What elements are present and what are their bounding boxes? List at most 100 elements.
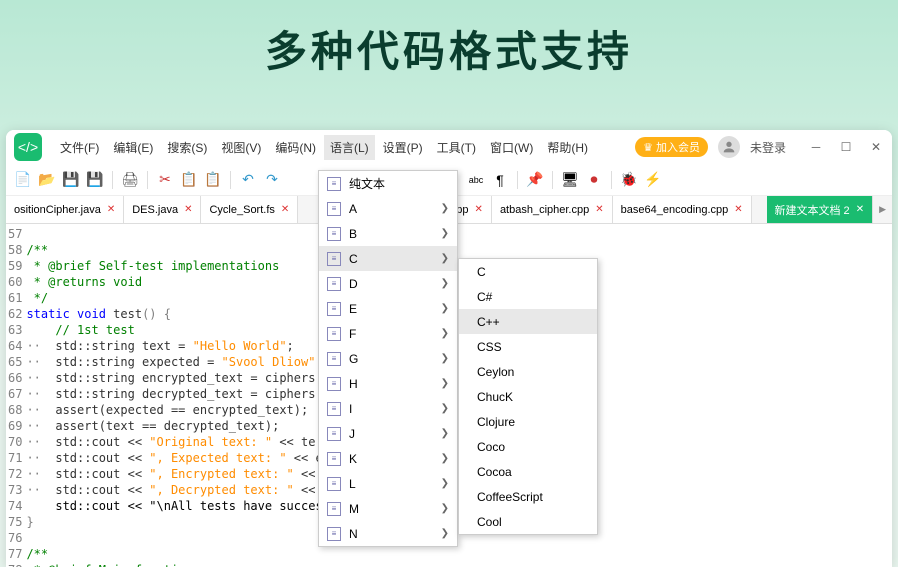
file-tab[interactable]: Cycle_Sort.fs✕ — [201, 196, 298, 223]
abc-icon[interactable]: abc — [467, 171, 485, 189]
code-line[interactable]: std::cout << "\nAll tests have succes — [26, 498, 322, 514]
tab-close-icon[interactable]: ✕ — [734, 204, 742, 215]
maximize-button[interactable]: ☐ — [838, 139, 854, 155]
file-tab[interactable]: DES.java✕ — [124, 196, 201, 223]
wrap-icon[interactable]: ¶ — [491, 171, 509, 189]
tab-scroll-right-icon[interactable]: ▶ — [873, 204, 892, 215]
file-tab[interactable]: 新建文本文档 2✕ — [767, 196, 874, 223]
lang-plaintext-item[interactable]: ≡纯文本 — [319, 171, 457, 196]
lang-sub-item[interactable]: Ceylon — [459, 359, 597, 384]
menu-item[interactable]: 视图(V) — [215, 135, 267, 160]
code-line[interactable]: ·· std::cout << "Original text: " << te — [26, 434, 322, 450]
lang-sub-item[interactable]: ChucK — [459, 384, 597, 409]
user-avatar-icon[interactable] — [718, 136, 740, 158]
vip-button[interactable]: ♛ 加入会员 — [635, 137, 708, 157]
code-line[interactable]: ·· std::string decrypted_text = ciphers — [26, 386, 322, 402]
monitor-icon[interactable]: 🖥 — [561, 171, 579, 189]
code-line[interactable]: * @brief Main function — [26, 562, 322, 567]
lang-letter-item[interactable]: ≡J❯ — [319, 421, 457, 446]
lang-sub-item[interactable]: Cool — [459, 509, 597, 534]
menu-item[interactable]: 编辑(E) — [107, 135, 159, 160]
lang-letter-item[interactable]: ≡K❯ — [319, 446, 457, 471]
lang-letter-item[interactable]: ≡G❯ — [319, 346, 457, 371]
lang-letter-item[interactable]: ≡H❯ — [319, 371, 457, 396]
menu-item[interactable]: 帮助(H) — [541, 135, 594, 160]
code-line[interactable]: ·· std::cout << ", Decrypted text: " << — [26, 482, 322, 498]
code-content[interactable]: /** * @brief Self-test implementations *… — [26, 224, 322, 567]
line-number: 60 — [8, 274, 22, 290]
lang-letter-item[interactable]: ≡C❯ — [319, 246, 457, 271]
code-line[interactable]: * @brief Self-test implementations — [26, 258, 322, 274]
tab-close-icon[interactable]: ✕ — [281, 204, 289, 215]
menu-item[interactable]: 语言(L) — [324, 135, 375, 160]
code-line[interactable] — [26, 530, 322, 546]
minimize-button[interactable]: ─ — [808, 139, 824, 155]
cut-icon[interactable]: ✂ — [156, 171, 174, 189]
file-tab[interactable]: atbash_cipher.cpp✕ — [492, 196, 613, 223]
language-menu-dropdown[interactable]: ≡纯文本≡A❯≡B❯≡C❯≡D❯≡E❯≡F❯≡G❯≡H❯≡I❯≡J❯≡K❯≡L❯… — [318, 170, 458, 547]
lang-letter-item[interactable]: ≡N❯ — [319, 521, 457, 546]
new-file-icon[interactable]: 📄 — [14, 171, 32, 189]
menu-item[interactable]: 搜索(S) — [161, 135, 213, 160]
lang-letter-item[interactable]: ≡L❯ — [319, 471, 457, 496]
file-tab[interactable]: base64_encoding.cpp✕ — [613, 196, 752, 223]
code-line[interactable]: ·· assert(text == decrypted_text); — [26, 418, 322, 434]
copy-icon[interactable]: 📋 — [180, 171, 198, 189]
lang-sub-item[interactable]: Clojure — [459, 409, 597, 434]
lang-letter-item[interactable]: ≡B❯ — [319, 221, 457, 246]
tab-close-icon[interactable]: ✕ — [184, 204, 192, 215]
code-line[interactable]: ·· std::string text = "Hello World"; — [26, 338, 322, 354]
pin-icon[interactable]: 📌 — [526, 171, 544, 189]
file-tab[interactable]: ositionCipher.java✕ — [6, 196, 124, 223]
lang-letter-item[interactable]: ≡F❯ — [319, 321, 457, 346]
tab-close-icon[interactable]: ✕ — [475, 204, 483, 215]
lang-letter-item[interactable]: ≡A❯ — [319, 196, 457, 221]
language-submenu-dropdown[interactable]: CC#C++CSSCeylonChucKClojureCocoCocoaCoff… — [458, 258, 598, 535]
lang-sub-item[interactable]: Coco — [459, 434, 597, 459]
menu-item[interactable]: 窗口(W) — [484, 135, 539, 160]
code-line[interactable]: // 1st test — [26, 322, 322, 338]
code-line[interactable] — [26, 226, 322, 242]
undo-icon[interactable]: ↶ — [239, 171, 257, 189]
code-line[interactable]: * @returns void — [26, 274, 322, 290]
lang-sub-item[interactable]: Cocoa — [459, 459, 597, 484]
lang-sub-item[interactable]: CSS — [459, 334, 597, 359]
tab-close-icon[interactable]: ✕ — [856, 204, 864, 215]
tab-close-icon[interactable]: ✕ — [595, 204, 603, 215]
lang-letter-item[interactable]: ≡I❯ — [319, 396, 457, 421]
chevron-right-icon: ❯ — [441, 353, 449, 364]
code-line[interactable]: ·· std::string expected = "Svool Dliow" — [26, 354, 322, 370]
menu-item[interactable]: 文件(F) — [54, 135, 105, 160]
menu-item[interactable]: 工具(T) — [431, 135, 482, 160]
code-line[interactable]: } — [26, 514, 322, 530]
record-icon[interactable]: ⏺ — [585, 171, 603, 189]
code-line[interactable]: ·· std::string encrypted_text = ciphers — [26, 370, 322, 386]
print-icon[interactable]: 🖨 — [121, 171, 139, 189]
code-line[interactable]: ·· std::cout << ", Expected text: " << e — [26, 450, 322, 466]
code-line[interactable]: */ — [26, 290, 322, 306]
bug-icon[interactable]: 🐞 — [620, 171, 638, 189]
paste-icon[interactable]: 📋 — [204, 171, 222, 189]
lang-letter-item[interactable]: ≡D❯ — [319, 271, 457, 296]
menu-item[interactable]: 编码(N) — [269, 135, 322, 160]
save-all-icon[interactable]: 💾 — [86, 171, 104, 189]
code-line[interactable]: static void test() { — [26, 306, 322, 322]
lang-sub-item[interactable]: C# — [459, 284, 597, 309]
menu-item[interactable]: 设置(P) — [377, 135, 429, 160]
open-file-icon[interactable]: 📂 — [38, 171, 56, 189]
code-line[interactable]: ·· assert(expected == encrypted_text); — [26, 402, 322, 418]
lang-sub-item[interactable]: CoffeeScript — [459, 484, 597, 509]
lang-letter-item[interactable]: ≡M❯ — [319, 496, 457, 521]
code-line[interactable]: /** — [26, 546, 322, 562]
code-line[interactable]: ·· std::cout << ", Encrypted text: " << — [26, 466, 322, 482]
lang-sub-item[interactable]: C — [459, 259, 597, 284]
close-button[interactable]: ✕ — [868, 139, 884, 155]
bolt-icon[interactable]: ⚡ — [644, 171, 662, 189]
tab-close-icon[interactable]: ✕ — [107, 204, 115, 215]
chevron-right-icon: ❯ — [441, 253, 449, 264]
save-icon[interactable]: 💾 — [62, 171, 80, 189]
lang-letter-item[interactable]: ≡E❯ — [319, 296, 457, 321]
lang-sub-item[interactable]: C++ — [459, 309, 597, 334]
redo-icon[interactable]: ↷ — [263, 171, 281, 189]
code-line[interactable]: /** — [26, 242, 322, 258]
